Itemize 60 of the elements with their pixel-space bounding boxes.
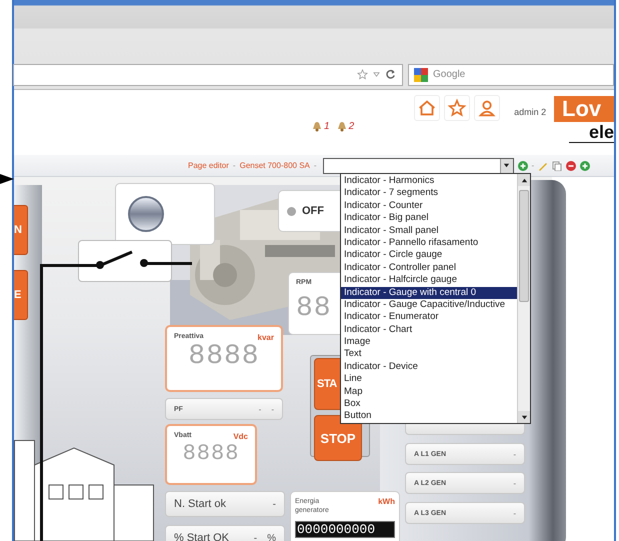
add-icon[interactable] (518, 160, 528, 170)
dropdown-option[interactable]: Indicator - Enumerator (341, 311, 517, 324)
user-icon[interactable] (474, 95, 500, 121)
dropdown-option[interactable]: Indicator - Controller panel (341, 262, 517, 274)
user-name: admin 2 (514, 107, 546, 117)
status-label: OFF (302, 205, 324, 217)
breadcrumb-separator: - (314, 161, 317, 170)
dropdown-option[interactable]: Indicator - Chart (341, 324, 517, 336)
scrollbar[interactable] (517, 174, 530, 423)
dropdown-option[interactable]: Indicator - Gauge with central 0 (341, 286, 517, 299)
dropdown-option[interactable]: Indicator - Circle gauge (341, 249, 517, 262)
row-value: - (513, 508, 516, 518)
dropdown-option[interactable]: Indicator - Halfcircle gauge (341, 274, 517, 287)
notification-bell[interactable]: 1 (311, 120, 330, 132)
lamp-icon (128, 196, 164, 232)
arrow-pointer-icon (0, 172, 14, 186)
scroll-down-icon[interactable] (518, 411, 530, 423)
remove-icon[interactable] (566, 160, 576, 170)
dropdown-option[interactable]: Indicator - 7 segments (341, 187, 517, 200)
home-icon[interactable] (414, 95, 440, 121)
segment-display: 8888 (187, 342, 261, 372)
logo-text: ele (568, 122, 614, 143)
widget-type-select[interactable] (322, 158, 514, 174)
logo-banner: Lov (554, 96, 614, 122)
unit-label: kWh (378, 497, 395, 508)
address-field[interactable] (13, 64, 403, 86)
search-field[interactable]: Google (408, 64, 614, 86)
dropdown-option[interactable]: Text (341, 348, 517, 361)
row-value: - (258, 404, 262, 414)
row-label: % Start OK (174, 532, 230, 541)
dropdown-option[interactable]: Image (341, 336, 517, 348)
scrollbar-thumb[interactable] (519, 190, 529, 302)
scroll-up-icon[interactable] (518, 174, 530, 186)
segment-display: 8888 (182, 441, 240, 467)
row-value: - (254, 532, 258, 541)
dropdown-option[interactable]: Indicator - Gauge Capacitive/Inductive (341, 298, 517, 312)
unit-label: % (267, 532, 276, 541)
dropdown-option[interactable]: Indicator - Harmonics (341, 175, 517, 188)
dropdown-option[interactable]: Indicator - Pannello rifasamento (341, 236, 517, 250)
copy-icon[interactable] (552, 160, 562, 170)
caret-icon[interactable] (373, 71, 380, 78)
counter-display: 0000000000 (295, 521, 395, 538)
unit-label: kvar (258, 333, 274, 342)
toolbar-separator: - (532, 161, 534, 170)
dropdown-option[interactable]: Indicator - Counter (341, 200, 517, 212)
row-value: - (513, 450, 516, 458)
row-label: N. Start ok (174, 498, 226, 510)
add-icon[interactable] (580, 160, 590, 170)
dropdown-option[interactable]: Indicator - Big panel (341, 212, 517, 225)
row-value: - (272, 498, 276, 510)
row-value: - (513, 478, 516, 488)
search-engine-icon[interactable] (414, 68, 428, 82)
unit-label: Vdc (233, 432, 248, 441)
breadcrumb-separator: - (232, 161, 236, 170)
dropdown-option[interactable]: Indicator - Small panel (341, 224, 517, 237)
pencil-icon[interactable] (538, 160, 548, 170)
bookmark-star-icon[interactable] (357, 69, 368, 80)
unit-label: - (271, 404, 274, 414)
reload-icon[interactable] (385, 69, 396, 80)
notification-bell[interactable]: 2 (336, 120, 354, 132)
